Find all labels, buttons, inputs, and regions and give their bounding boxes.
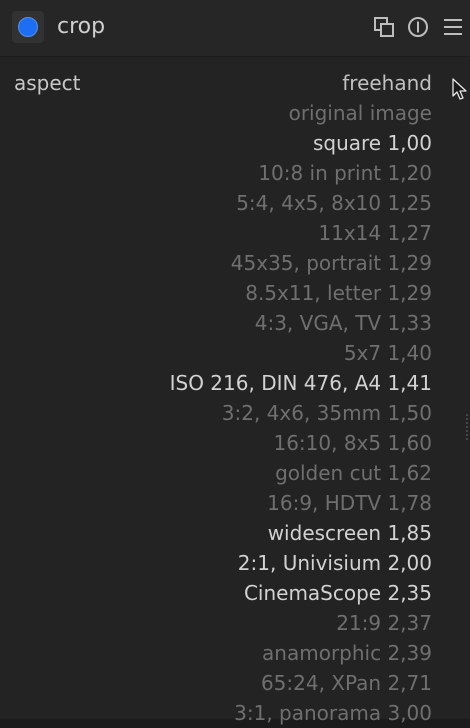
aspect-option[interactable]: 3:1, panorama 3,00: [140, 698, 432, 728]
reset-icon[interactable]: [407, 16, 429, 38]
presets-menu-icon[interactable]: [442, 16, 464, 38]
aspect-option[interactable]: 16:9, HDTV 1,78: [140, 488, 432, 518]
aspect-option[interactable]: golden cut 1,62: [140, 458, 432, 488]
aspect-option[interactable]: CinemaScope 2,35: [140, 578, 432, 608]
aspect-option[interactable]: 21:9 2,37: [140, 608, 432, 638]
aspect-option[interactable]: anamorphic 2,39: [140, 638, 432, 668]
aspect-option[interactable]: 2:1, Univisium 2,00: [140, 548, 432, 578]
aspect-option[interactable]: 4:3, VGA, TV 1,33: [140, 308, 432, 338]
crop-module-icon[interactable]: [12, 11, 44, 43]
aspect-option[interactable]: freehand: [140, 68, 432, 98]
aspect-option[interactable]: 16:10, 8x5 1,60: [140, 428, 432, 458]
aspect-option[interactable]: 5x7 1,40: [140, 338, 432, 368]
aspect-option[interactable]: 45x35, portrait 1,29: [140, 248, 432, 278]
aspect-option[interactable]: 5:4, 4x5, 8x10 1,25: [140, 188, 432, 218]
aspect-label: aspect: [14, 71, 81, 95]
crop-module-panel: crop aspect freehand original image square…: [0, 0, 470, 725]
aspect-option[interactable]: 8.5x11, letter 1,29: [140, 278, 432, 308]
aspect-options-list[interactable]: freehand original image square 1,00 10:8 in…: [140, 68, 432, 728]
module-title: crop: [57, 14, 106, 39]
panel-resize-handle[interactable]: [466, 414, 468, 440]
aspect-option[interactable]: widescreen 1,85: [140, 518, 432, 548]
aspect-option[interactable]: 3:2, 4x6, 35mm 1,50: [140, 398, 432, 428]
aspect-option[interactable]: original image: [140, 98, 432, 128]
aspect-option[interactable]: square 1,00: [140, 128, 432, 158]
module-header[interactable]: crop: [0, 0, 470, 57]
aspect-option[interactable]: 65:24, XPan 2,71: [140, 668, 432, 698]
multi-instance-icon[interactable]: [373, 16, 395, 38]
aspect-option[interactable]: 10:8 in print 1,20: [140, 158, 432, 188]
aspect-option[interactable]: 11x14 1,27: [140, 218, 432, 248]
mouse-cursor-icon: [452, 78, 468, 106]
aspect-option[interactable]: ISO 216, DIN 476, A4 1,41: [140, 368, 432, 398]
